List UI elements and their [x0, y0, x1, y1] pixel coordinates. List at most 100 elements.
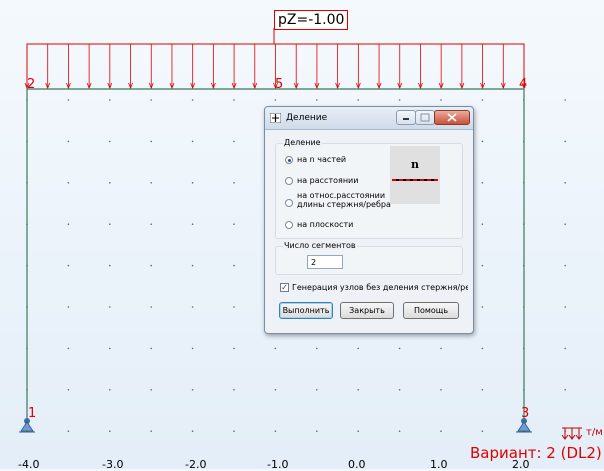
- axis-label: -4.0: [18, 458, 40, 471]
- load-arrow: [480, 44, 485, 90]
- grid-dot: [564, 264, 566, 267]
- maximize-button[interactable]: [415, 110, 435, 125]
- radio-n-parts[interactable]: [285, 156, 293, 164]
- grid-dot: [150, 140, 152, 143]
- load-arrow: [107, 44, 113, 90]
- axis-label: 1.0: [430, 458, 448, 471]
- grid-dot: [440, 99, 442, 101]
- load-units-label: т/м: [586, 427, 603, 438]
- grid-dot: [564, 306, 566, 308]
- load-arrow: [314, 44, 320, 90]
- grid-dot: [67, 140, 70, 143]
- grid-dot: [316, 389, 318, 391]
- grid-dot: [564, 223, 566, 225]
- grid-dot: [564, 182, 566, 184]
- load-arrow: [459, 44, 465, 90]
- grid-dot: [191, 306, 194, 308]
- division-group-title: Деление: [283, 138, 322, 147]
- grid-dot: [481, 347, 484, 350]
- grid-dot: [233, 264, 235, 267]
- node-label-2: 2: [27, 77, 36, 92]
- grid-dot: [274, 347, 277, 350]
- close-button[interactable]: Закрыть: [340, 302, 394, 319]
- close-window-button[interactable]: [434, 110, 470, 125]
- radio-relative-distance[interactable]: [285, 199, 293, 207]
- axis-label: -2.0: [185, 458, 207, 471]
- grid-dot: [564, 347, 566, 350]
- grid-dot: [109, 223, 111, 225]
- axis-label: -3.0: [102, 458, 124, 471]
- grid-dot: [357, 430, 360, 433]
- grid-dot: [109, 264, 111, 267]
- segments-count-input[interactable]: [307, 255, 343, 269]
- load-arrow: [355, 44, 361, 90]
- grid-dot: [233, 140, 235, 143]
- minimize-icon: [403, 118, 409, 120]
- node-label-5: 5: [275, 77, 284, 92]
- load-arrow: [128, 44, 133, 90]
- grid-dot: [233, 182, 235, 184]
- grid-dot: [274, 430, 277, 433]
- radio-relative-distance-label-line2: длины стержня/ребра: [297, 200, 391, 209]
- grid-dot: [233, 430, 235, 433]
- load-arrow: [252, 44, 258, 90]
- load-arrow: [376, 44, 382, 90]
- load-arrow: [211, 44, 216, 90]
- generate-nodes-checkbox[interactable]: ✓: [280, 283, 289, 292]
- grid-dot: [233, 99, 235, 101]
- grid-dot: [191, 182, 194, 184]
- grid-dot: [67, 347, 70, 350]
- grid-dot: [109, 389, 111, 391]
- load-arrow: [500, 44, 506, 90]
- load-case-label: Вариант: 2 (DL2): [470, 444, 602, 462]
- grid-dot: [150, 223, 152, 225]
- dialog-titlebar[interactable]: Деление: [265, 107, 473, 130]
- grid-dot: [440, 389, 442, 391]
- load-arrow: [190, 44, 196, 90]
- grid-dot: [67, 99, 70, 101]
- grid-dot: [233, 306, 235, 308]
- division-preview: n: [390, 146, 440, 204]
- node-label-1: 1: [28, 406, 37, 421]
- radio-plane[interactable]: [285, 221, 293, 229]
- help-button[interactable]: Помощь: [403, 302, 459, 319]
- grid-dot: [150, 99, 152, 101]
- split-icon: [270, 113, 281, 123]
- generate-nodes-label: Генерация узлов без деления стержня/ребр: [292, 283, 468, 292]
- load-arrow: [438, 44, 444, 90]
- grid-dot: [150, 182, 152, 184]
- load-arrow: [86, 44, 92, 90]
- load-arrow: [66, 44, 71, 90]
- grid-dot: [481, 182, 484, 184]
- grid-dot: [191, 264, 194, 267]
- grid-dot: [274, 99, 277, 101]
- radio-distance[interactable]: [285, 177, 293, 185]
- load-arrow: [148, 44, 154, 90]
- grid-dot: [109, 140, 111, 143]
- grid-dot: [398, 99, 401, 101]
- grid-dot: [316, 430, 318, 433]
- grid-dot: [67, 264, 70, 267]
- grid-dot: [67, 223, 70, 225]
- node-label-3: 3: [521, 406, 530, 421]
- execute-button[interactable]: Выполнить: [279, 302, 333, 319]
- axis-label: 0.0: [348, 458, 366, 471]
- dialog-title: Деление: [286, 113, 328, 123]
- load-arrow: [45, 44, 51, 90]
- close-icon: [447, 113, 457, 122]
- grid-dot: [398, 389, 401, 391]
- minimize-button[interactable]: [396, 110, 416, 125]
- axis-label: -1.0: [267, 458, 289, 471]
- grid-dot: [440, 347, 442, 350]
- grid-dot: [67, 306, 70, 308]
- maximize-icon: [420, 113, 430, 122]
- load-arrow: [293, 44, 299, 90]
- load-arrow: [397, 44, 403, 90]
- grid-dot: [357, 389, 360, 391]
- grid-dot: [191, 430, 194, 433]
- grid-dot: [150, 430, 152, 433]
- grid-dot: [109, 182, 111, 184]
- grid-dot: [481, 306, 484, 308]
- grid-dot: [150, 306, 152, 308]
- grid-dot: [440, 430, 442, 433]
